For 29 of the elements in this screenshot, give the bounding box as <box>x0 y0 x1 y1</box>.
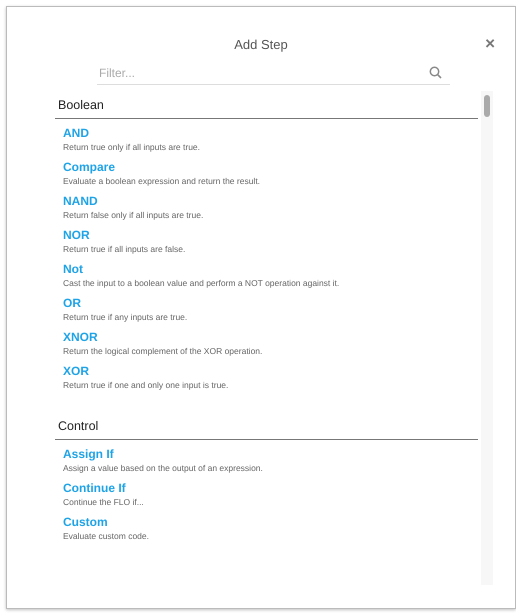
step-link[interactable]: Assign If <box>63 447 114 462</box>
step-link[interactable]: NOR <box>63 228 90 243</box>
step-description: Return the logical complement of the XOR operation. <box>63 345 262 357</box>
step-link[interactable]: Custom <box>63 515 108 530</box>
step-description: Cast the input to a boolean value and perform a NOT operation against it. <box>63 277 340 289</box>
step-description: Return true only if all inputs are true. <box>63 141 200 153</box>
close-button[interactable]: × <box>485 35 495 53</box>
dialog-title: Add Step <box>234 37 288 54</box>
step-link[interactable]: AND <box>63 126 89 141</box>
filter-field[interactable]: Filter... <box>97 61 450 85</box>
section-heading: Control <box>55 412 478 440</box>
search-icon <box>429 66 442 79</box>
section-heading: Boolean <box>55 91 478 119</box>
step-link[interactable]: Continue If <box>63 481 126 496</box>
step-description: Evaluate a boolean expression and return the result. <box>63 175 260 187</box>
step-link[interactable]: Compare <box>63 160 116 175</box>
step-description: Return false only if all inputs are true. <box>63 209 204 221</box>
step-description: Return true if all inputs are false. <box>63 243 186 255</box>
step-description: Return true if any inputs are true. <box>63 311 188 323</box>
step-description: Evaluate custom code. <box>63 530 149 542</box>
step-description: Continue the FLO if... <box>63 496 144 508</box>
step-description: Return true if one and only one input is true. <box>63 379 228 391</box>
step-link[interactable]: XOR <box>63 364 90 379</box>
step-link[interactable]: NAND <box>63 194 98 209</box>
step-link[interactable]: XNOR <box>63 330 98 345</box>
step-link[interactable]: Not <box>63 262 83 277</box>
step-description: Assign a value based on the output of an expression. <box>63 462 263 474</box>
scrollbar-thumb[interactable] <box>484 95 490 117</box>
step-link[interactable]: OR <box>63 296 81 311</box>
